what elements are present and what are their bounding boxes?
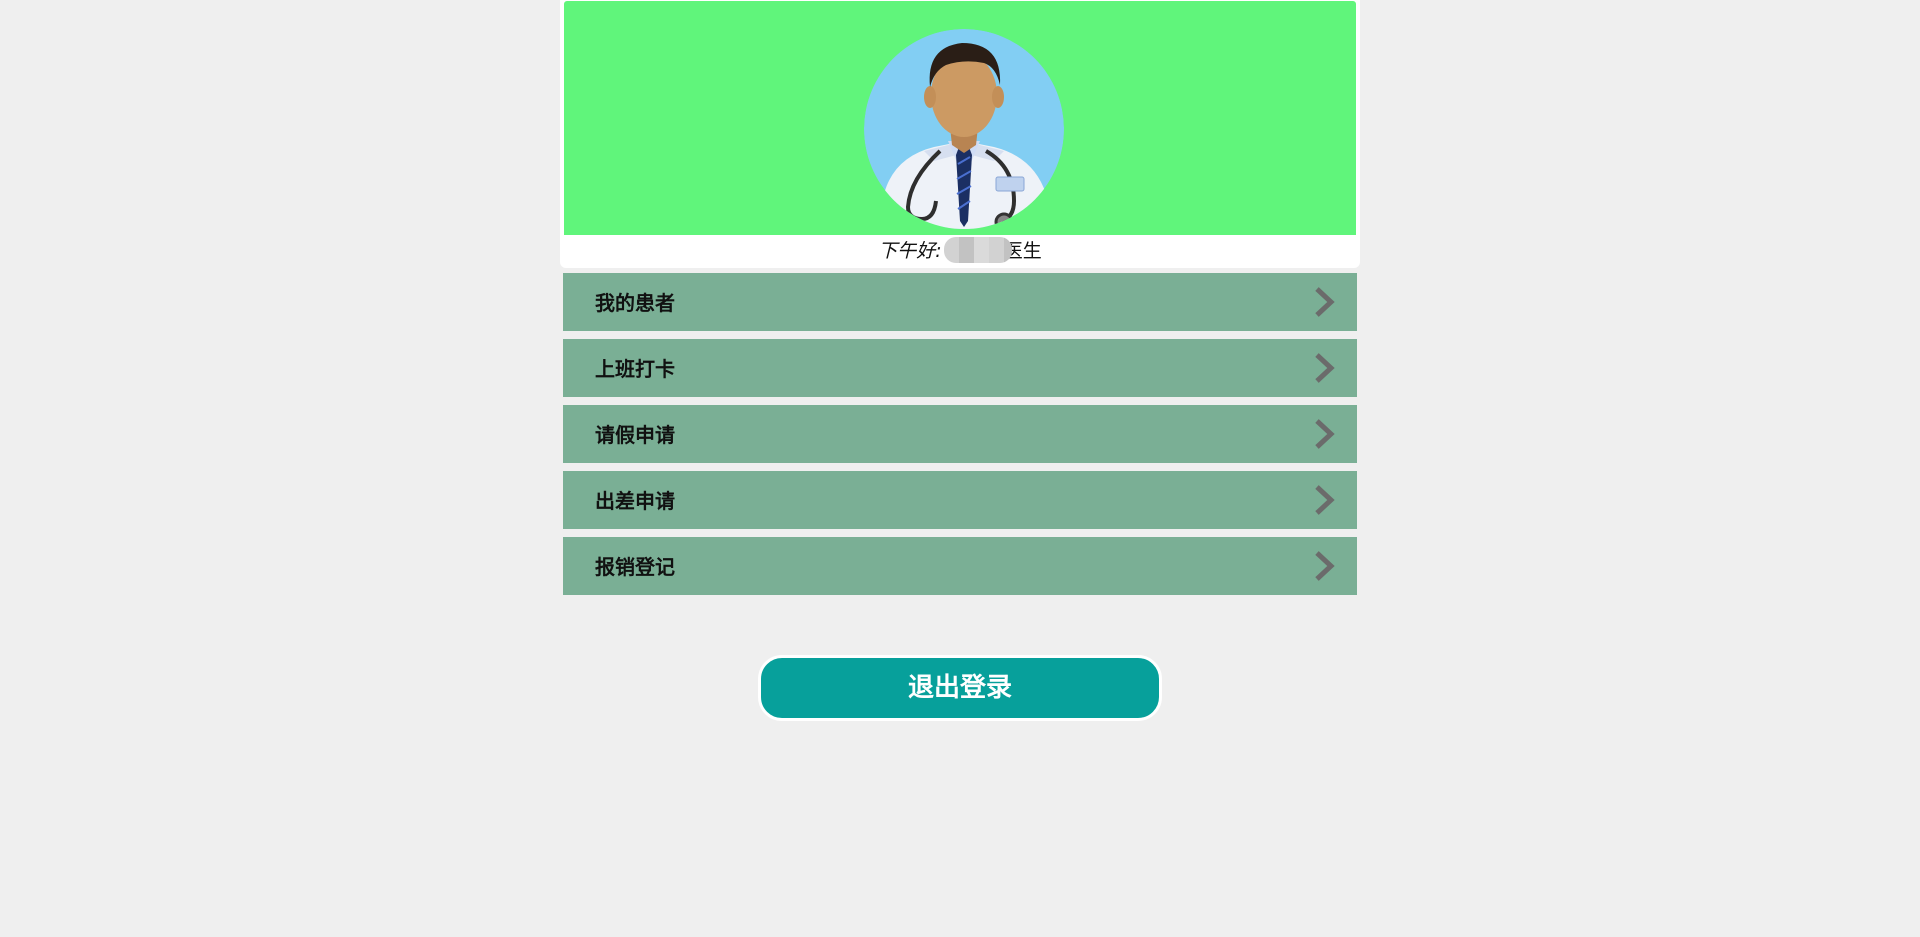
profile-banner (564, 1, 1356, 235)
logout-button[interactable]: 退出登录 (758, 655, 1162, 721)
menu-item-leave-request[interactable]: 请假申请 (563, 405, 1357, 463)
menu-item-label: 上班打卡 (595, 357, 675, 381)
chevron-right-icon (1315, 419, 1335, 449)
chevron-right-icon (1315, 485, 1335, 515)
menu-item-label: 出差申请 (595, 489, 675, 513)
redacted-name (943, 236, 1012, 263)
menu-item-label: 我的患者 (595, 291, 675, 315)
chevron-right-icon (1315, 551, 1335, 581)
doctor-avatar-icon (864, 29, 1064, 229)
greeting-text: 下午好: 医生 (560, 236, 1360, 265)
profile-card: 下午好: 医生 (560, 0, 1360, 268)
menu-item-label: 报销登记 (595, 555, 675, 579)
menu-item-reimbursement[interactable]: 报销登记 (563, 537, 1357, 595)
menu-item-my-patients[interactable]: 我的患者 (563, 273, 1357, 331)
greeting-prefix: 下午好: (878, 240, 942, 262)
chevron-right-icon (1315, 287, 1335, 317)
chevron-right-icon (1315, 353, 1335, 383)
menu-item-clock-in[interactable]: 上班打卡 (563, 339, 1357, 397)
menu-item-label: 请假申请 (595, 423, 675, 447)
menu-item-business-trip[interactable]: 出差申请 (563, 471, 1357, 529)
main-menu: 我的患者 上班打卡 请假申请 出差申请 报销登记 (563, 273, 1357, 603)
page: 下午好: 医生 我的患者 上班打卡 请假申请 出差申请 报销登记 退出登录 (0, 0, 1920, 937)
